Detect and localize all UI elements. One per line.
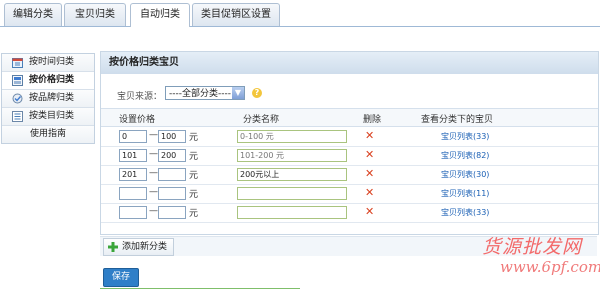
range-dash: — [149,187,158,197]
tab-bar: 编辑分类 宝贝归类 自动归类 类目促销区设置 [0,0,600,27]
table-row: — 元 ✕ 宝贝列表(33) [101,203,598,223]
sidebar-item-label: 按品牌归类 [29,93,75,103]
price-classify-panel: 按价格归类宝贝 宝贝来源： ----全部分类---- ▼ ? 设置价格 分类名称… [100,51,599,235]
category-name-input[interactable]: 101-200 元 [237,149,347,162]
divider [100,288,300,289]
delete-icon[interactable]: ✕ [365,205,374,218]
source-label: 宝贝来源： [117,92,163,102]
delete-icon[interactable]: ✕ [365,167,374,180]
unit-label: 元 [189,209,199,219]
sidebar-item-by-price[interactable]: 按价格归类 [2,72,94,90]
max-price-input[interactable] [158,168,186,181]
min-price-input[interactable] [119,187,147,200]
min-price-input[interactable]: 0 [119,130,147,143]
unit-label: 元 [189,152,199,162]
unit-label: 元 [189,171,199,181]
plus-icon [108,242,118,252]
max-price-input[interactable] [158,206,186,219]
range-dash: — [149,149,158,159]
watermark-url: www.6pf.com [500,258,600,276]
save-button[interactable]: 保存 [103,268,139,287]
sidebar-item-label: 使用指南 [29,129,66,139]
column-view: 查看分类下的宝贝 [421,115,494,125]
sidebar-item-by-category[interactable]: 按类目归类 [2,108,94,126]
sidebar-item-label: 按类目归类 [29,111,75,121]
calendar-icon [12,58,23,68]
range-dash: — [149,206,158,216]
range-dash: — [149,130,158,140]
add-category-button[interactable]: 添加新分类 [103,238,175,256]
add-category-label: 添加新分类 [122,242,168,252]
category-name-input[interactable] [237,206,347,219]
column-delete: 删除 [363,115,382,125]
range-dash: — [149,168,158,178]
watermark-logo: 货源批发网 [482,232,582,259]
table-row: 0—100 元 0-100 元 ✕ 宝贝列表(33) [101,127,598,147]
sidebar-item-by-brand[interactable]: 按品牌归类 [2,90,94,108]
unit-label: 元 [189,133,199,143]
delete-icon[interactable]: ✕ [365,186,374,199]
tab-item-classify[interactable]: 宝贝归类 [64,3,126,26]
source-select-value: ----全部分类---- [169,89,231,99]
table-row: 201— 元 200元以上 ✕ 宝贝列表(30) [101,165,598,185]
sidebar-item-by-time[interactable]: 按时间归类 [2,54,94,72]
table-row: 101—200 元 101-200 元 ✕ 宝贝列表(82) [101,146,598,166]
max-price-input[interactable] [158,187,186,200]
source-select[interactable]: ----全部分类---- ▼ [165,86,245,100]
delete-icon[interactable]: ✕ [365,129,374,142]
sidebar-item-user-guide[interactable]: 使用指南 [2,126,94,143]
min-price-input[interactable]: 101 [119,149,147,162]
watermark-text: 货源批发网 [482,236,583,258]
tab-auto-classify[interactable]: 自动归类 [130,3,190,27]
min-price-input[interactable]: 201 [119,168,147,181]
sidebar-item-label: 按时间归类 [29,57,75,67]
tab-category-promo-settings[interactable]: 类目促销区设置 [192,3,280,26]
column-name: 分类名称 [243,115,280,125]
table-header: 设置价格 分类名称 删除 查看分类下的宝贝 [101,108,598,127]
chevron-down-icon[interactable]: ▼ [232,87,244,99]
min-price-input[interactable] [119,206,147,219]
category-name-input[interactable]: 200元以上 [237,168,347,181]
help-icon[interactable]: ? [252,88,262,98]
panel-title: 按价格归类宝贝 [101,52,598,74]
item-list-link[interactable]: 宝贝列表(33) [441,207,489,218]
item-list-link[interactable]: 宝贝列表(30) [441,169,489,180]
unit-label: 元 [189,190,199,200]
table-row: — 元 ✕ 宝贝列表(11) [101,184,598,204]
category-name-input[interactable]: 0-100 元 [237,130,347,143]
item-list-link[interactable]: 宝贝列表(11) [441,188,489,199]
tab-edit-category[interactable]: 编辑分类 [4,3,62,26]
delete-icon[interactable]: ✕ [365,148,374,161]
max-price-input[interactable]: 100 [158,130,186,143]
brand-icon [12,93,23,104]
column-price: 设置价格 [119,115,156,125]
side-nav: 按时间归类 按价格归类 按品牌归类 按类目归类 使用指南 [1,53,95,144]
item-list-link[interactable]: 宝贝列表(82) [441,150,489,161]
sidebar-item-label: 按价格归类 [29,75,75,85]
category-name-input[interactable] [237,187,347,200]
price-icon [12,75,23,86]
item-list-link[interactable]: 宝贝列表(33) [441,131,489,142]
max-price-input[interactable]: 200 [158,149,186,162]
category-icon [12,111,23,122]
